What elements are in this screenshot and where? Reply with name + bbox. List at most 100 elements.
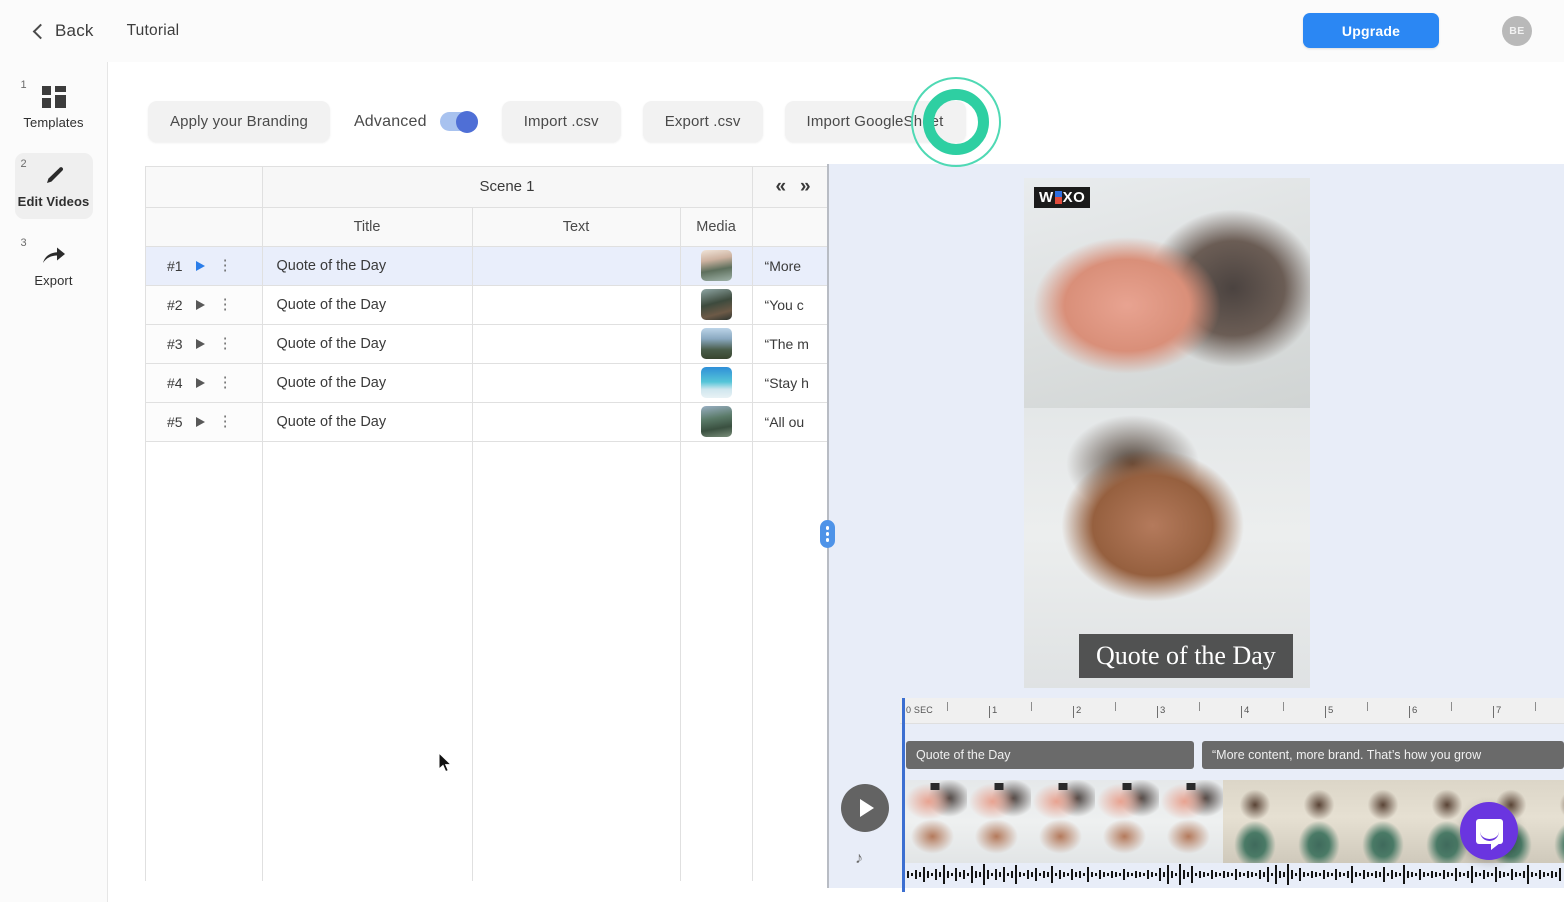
sidebar-item-edit-videos[interactable]: 2 Edit Videos xyxy=(14,153,93,219)
back-button[interactable]: Back xyxy=(30,21,94,41)
preview-play-button[interactable] xyxy=(841,784,889,832)
sidebar-item-label: Export xyxy=(34,273,73,288)
export-csv-button[interactable]: Export .csv xyxy=(642,101,763,142)
media-thumbnail[interactable] xyxy=(700,328,732,359)
row-menu-icon[interactable]: ⋮ xyxy=(218,375,233,390)
sidebar-item-label: Templates xyxy=(23,115,84,130)
chevron-left-icon xyxy=(30,23,46,39)
table-row[interactable]: #2 ⋮ Quote of the Day “You c xyxy=(146,285,833,325)
row-number: #1 xyxy=(167,257,183,274)
top-bar: Back Tutorial Upgrade BE xyxy=(0,0,1564,62)
table-corner-cell-2 xyxy=(146,207,263,247)
ruler-label-1: 1 xyxy=(992,705,998,716)
sidebar-item-export[interactable]: 3 Export xyxy=(15,232,93,298)
back-label: Back xyxy=(55,21,94,40)
timeline-playhead[interactable] xyxy=(902,698,905,892)
avatar[interactable]: BE xyxy=(1502,16,1532,46)
row-play-icon[interactable] xyxy=(195,260,205,271)
panel-resize-handle[interactable] xyxy=(820,520,835,548)
table-corner-cell xyxy=(146,167,263,208)
scene-prev-icon[interactable]: « xyxy=(775,177,786,196)
sidebar-step-number: 3 xyxy=(20,237,27,249)
sidebar-step-number: 1 xyxy=(20,79,27,91)
row-title[interactable]: Quote of the Day xyxy=(262,363,473,403)
row-play-icon[interactable] xyxy=(195,338,205,349)
row-play-icon[interactable] xyxy=(195,377,205,388)
row-text[interactable] xyxy=(472,402,681,442)
filmstrip-frame xyxy=(967,780,1031,863)
import-googlesheet-button[interactable]: Import GoogleSheet xyxy=(784,101,966,142)
row-text-overflow[interactable]: “You c xyxy=(752,285,833,325)
table-empty-area xyxy=(146,441,833,881)
toggle-knob xyxy=(455,110,478,133)
media-thumbnail[interactable] xyxy=(700,250,732,281)
row-number: #2 xyxy=(167,296,183,313)
table-row[interactable]: #1 ⋮ Quote of the Day “More xyxy=(146,246,833,286)
table-row[interactable]: #3 ⋮ Quote of the Day “The m xyxy=(146,324,833,364)
row-number: #5 xyxy=(167,413,183,430)
chat-launcher-button[interactable] xyxy=(1460,802,1518,860)
row-media[interactable] xyxy=(680,246,753,286)
watermark-left: W xyxy=(1039,189,1054,206)
tutorial-link[interactable]: Tutorial xyxy=(127,22,180,40)
row-text[interactable] xyxy=(472,285,681,325)
filmstrip-frame xyxy=(1543,780,1564,863)
row-text-overflow[interactable]: “More xyxy=(752,246,833,286)
import-csv-button[interactable]: Import .csv xyxy=(501,101,621,142)
filmstrip-frame xyxy=(903,780,967,863)
timeline-ruler[interactable]: 0 SEC 1 2 3 4 5 6 7 xyxy=(900,698,1564,724)
row-menu-icon[interactable]: ⋮ xyxy=(218,414,233,429)
video-image-top xyxy=(1024,178,1310,423)
row-title[interactable]: Quote of the Day xyxy=(262,246,473,286)
woxo-watermark: W XO xyxy=(1034,187,1091,208)
media-thumbnail[interactable] xyxy=(700,367,732,398)
row-index-cell: #1 ⋮ xyxy=(146,246,263,286)
row-text[interactable] xyxy=(472,246,681,286)
video-preview[interactable]: W XO Quote of the Day xyxy=(1024,178,1310,688)
row-text[interactable] xyxy=(472,363,681,403)
filmstrip-frame xyxy=(1223,780,1287,863)
row-title[interactable]: Quote of the Day xyxy=(262,324,473,364)
row-play-icon[interactable] xyxy=(195,416,205,427)
advanced-toggle-group[interactable]: Advanced xyxy=(354,110,478,133)
apply-branding-button[interactable]: Apply your Branding xyxy=(148,101,330,142)
row-title[interactable]: Quote of the Day xyxy=(262,285,473,325)
sidebar-item-templates[interactable]: 1 Templates xyxy=(15,74,93,140)
row-text-overflow[interactable]: “The m xyxy=(752,324,833,364)
column-header-text: Text xyxy=(472,207,681,247)
timeline-clip-text[interactable]: “More content, more brand. That’s how yo… xyxy=(1202,741,1564,769)
row-text-overflow[interactable]: “Stay h xyxy=(752,363,833,403)
sidebar-item-label: Edit Videos xyxy=(17,194,90,209)
row-media[interactable] xyxy=(680,285,753,325)
filmstrip-frame xyxy=(1159,780,1223,863)
audio-waveform[interactable] xyxy=(903,861,1564,888)
advanced-toggle[interactable] xyxy=(439,110,478,133)
row-media[interactable] xyxy=(680,324,753,364)
media-thumbnail[interactable] xyxy=(700,406,732,437)
row-media[interactable] xyxy=(680,402,753,442)
app-root: Back Tutorial Upgrade BE 1 Templates 2 E… xyxy=(0,0,1564,902)
table-row[interactable]: #5 ⋮ Quote of the Day “All ou xyxy=(146,402,833,442)
row-menu-icon[interactable]: ⋮ xyxy=(218,336,233,351)
timeline: 0 SEC 1 2 3 4 5 6 7 Quote of the Day “Mo… xyxy=(900,698,1564,892)
row-play-icon[interactable] xyxy=(195,299,205,310)
music-note-icon[interactable]: ♪ xyxy=(855,850,863,868)
timeline-clip-title[interactable]: Quote of the Day xyxy=(906,741,1194,769)
row-title[interactable]: Quote of the Day xyxy=(262,402,473,442)
row-text-overflow[interactable]: “All ou xyxy=(752,402,833,442)
upgrade-button[interactable]: Upgrade xyxy=(1303,13,1439,48)
media-thumbnail[interactable] xyxy=(700,289,732,320)
toolbar: Apply your Branding Advanced Import .csv… xyxy=(148,101,966,142)
row-menu-icon[interactable]: ⋮ xyxy=(218,297,233,312)
ruler-label-3: 3 xyxy=(1160,705,1166,716)
sidebar-step-number: 2 xyxy=(20,158,27,170)
scene-header: Scene 1 xyxy=(262,167,753,208)
row-media[interactable] xyxy=(680,363,753,403)
row-index-cell: #3 ⋮ xyxy=(146,324,263,364)
table-row[interactable]: #4 ⋮ Quote of the Day “Stay h xyxy=(146,363,833,403)
row-text[interactable] xyxy=(472,324,681,364)
ruler-label-7: 7 xyxy=(1496,705,1502,716)
scene-next-icon[interactable]: » xyxy=(800,177,811,196)
row-menu-icon[interactable]: ⋮ xyxy=(218,258,233,273)
row-index-cell: #4 ⋮ xyxy=(146,363,263,403)
